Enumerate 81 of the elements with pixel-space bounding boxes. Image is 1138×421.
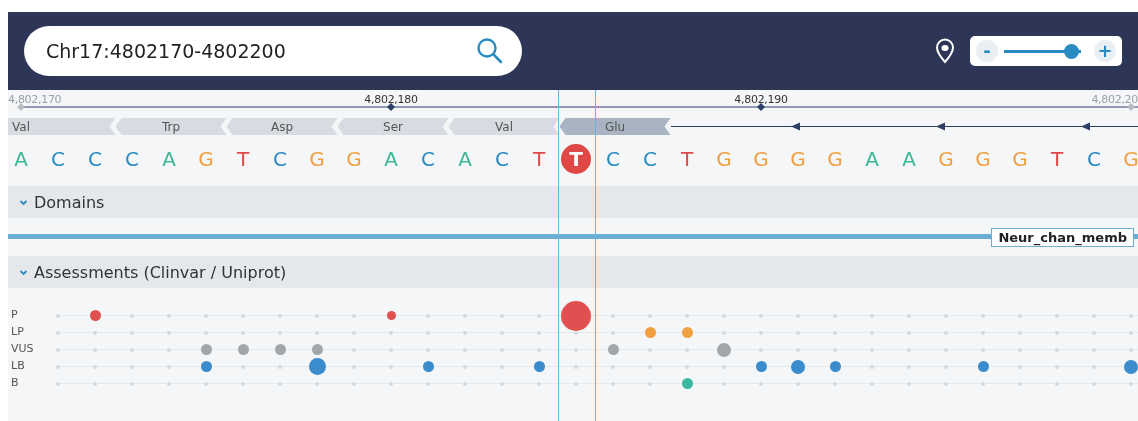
nucleotide-letter[interactable]: A — [8, 144, 36, 174]
variant-dot[interactable] — [829, 361, 841, 372]
nucleotide-letter[interactable]: G — [302, 144, 332, 174]
variant-dot[interactable] — [386, 311, 396, 320]
search-icon[interactable] — [476, 37, 504, 65]
nucleotide-letter[interactable]: A — [857, 144, 887, 174]
amino-acid-segment[interactable]: Val — [8, 118, 116, 135]
nucleotide-letter[interactable]: C — [635, 144, 665, 174]
nucleotide-letter[interactable]: A — [376, 144, 406, 174]
amino-acid-segment[interactable]: Ser — [337, 118, 449, 135]
section-title[interactable]: Domains — [34, 192, 105, 212]
ruler-label: 4,802,20 — [1091, 93, 1138, 106]
tick-marker-icon — [757, 103, 765, 111]
nucleotide-letter[interactable]: G — [1005, 144, 1035, 174]
nucleotide-letter[interactable]: G — [968, 144, 998, 174]
nucleotide-letter[interactable]: T — [672, 144, 702, 174]
nucleotide-letter[interactable]: C — [1079, 144, 1109, 174]
zoom-in-button[interactable]: + — [1094, 40, 1116, 62]
location-pin-icon[interactable] — [934, 38, 956, 64]
variant-dot[interactable] — [561, 300, 591, 331]
domain-label: Neur_chan_memb — [991, 228, 1134, 247]
tick-marker-icon — [17, 103, 25, 111]
variant-dot[interactable] — [644, 327, 656, 338]
nucleotide-letter[interactable]: G — [931, 144, 961, 174]
nucleotide-letter[interactable]: A — [894, 144, 924, 174]
variant-dot[interactable] — [533, 361, 545, 372]
amino-acid-segment[interactable]: Asp — [226, 118, 338, 135]
tick-marker-icon — [387, 103, 395, 111]
search-bar[interactable]: Chr17:4802170-4802200 — [24, 26, 522, 76]
ruler-label: 4,802,180 — [364, 93, 418, 106]
nucleotide-letter[interactable]: C — [117, 144, 147, 174]
nucleotide-letter[interactable]: G — [820, 144, 850, 174]
variant-dot[interactable] — [311, 344, 323, 355]
nucleotide-letter[interactable]: G — [709, 144, 739, 174]
variant-dot[interactable] — [422, 361, 434, 372]
search-field[interactable]: Chr17:4802170-4802200 — [46, 40, 446, 62]
zoom-out-button[interactable]: - — [976, 40, 998, 62]
nucleotide-letter[interactable]: C — [413, 144, 443, 174]
variant-dot[interactable] — [89, 310, 101, 321]
slider-thumb[interactable] — [1063, 43, 1079, 59]
nucleotide-letter[interactable]: T — [561, 144, 591, 174]
variant-dot[interactable] — [681, 327, 693, 338]
nucleotide-letter[interactable]: T — [228, 144, 258, 174]
nucleotide-letter[interactable]: C — [80, 144, 110, 174]
variant-dot[interactable] — [200, 361, 212, 372]
variant-dot[interactable] — [237, 344, 249, 355]
variant-dot[interactable] — [1124, 359, 1138, 374]
variant-dot[interactable] — [755, 361, 767, 372]
amino-acid-segment[interactable]: Val — [448, 118, 560, 135]
nucleotide-letter[interactable]: G — [191, 144, 221, 174]
variant-dot[interactable] — [681, 378, 693, 389]
category-label: VUS — [11, 342, 34, 355]
nucleotide-letter[interactable]: G — [339, 144, 369, 174]
nucleotide-letter[interactable]: T — [1042, 144, 1072, 174]
amino-acid-segment[interactable]: Glu — [559, 118, 671, 135]
nucleotide-letter[interactable]: G — [783, 144, 813, 174]
nucleotide-letter[interactable]: C — [43, 144, 73, 174]
variant-dot[interactable] — [791, 359, 805, 374]
nucleotide-letter[interactable]: C — [487, 144, 517, 174]
section-title[interactable]: Assessments (Clinvar / Uniprot) — [34, 262, 287, 282]
variant-dot[interactable] — [274, 344, 286, 355]
ruler-label: 4,802,190 — [734, 93, 788, 106]
nucleotide-letter[interactable]: G — [746, 144, 776, 174]
category-label: B — [11, 376, 19, 389]
nucleotide-letter[interactable]: C — [265, 144, 295, 174]
variant-dot[interactable] — [200, 344, 212, 355]
nucleotide-letter[interactable]: T — [524, 144, 554, 174]
nucleotide-letter[interactable]: C — [598, 144, 628, 174]
category-label: LP — [11, 325, 24, 338]
amino-acid-segment[interactable]: Trp — [115, 118, 227, 135]
category-label: LB — [11, 359, 25, 372]
nucleotide-letter[interactable]: G — [1116, 144, 1138, 174]
nucleotide-letter[interactable]: A — [450, 144, 480, 174]
variant-dot[interactable] — [717, 342, 731, 357]
variant-dot[interactable] — [308, 358, 326, 375]
tick-marker-icon — [1127, 103, 1135, 111]
variant-dot[interactable] — [607, 344, 619, 355]
nucleotide-letter[interactable]: A — [154, 144, 184, 174]
category-label: P — [11, 308, 18, 321]
variant-dot[interactable] — [977, 361, 989, 372]
ruler-label: 4,802,170 — [8, 93, 62, 106]
